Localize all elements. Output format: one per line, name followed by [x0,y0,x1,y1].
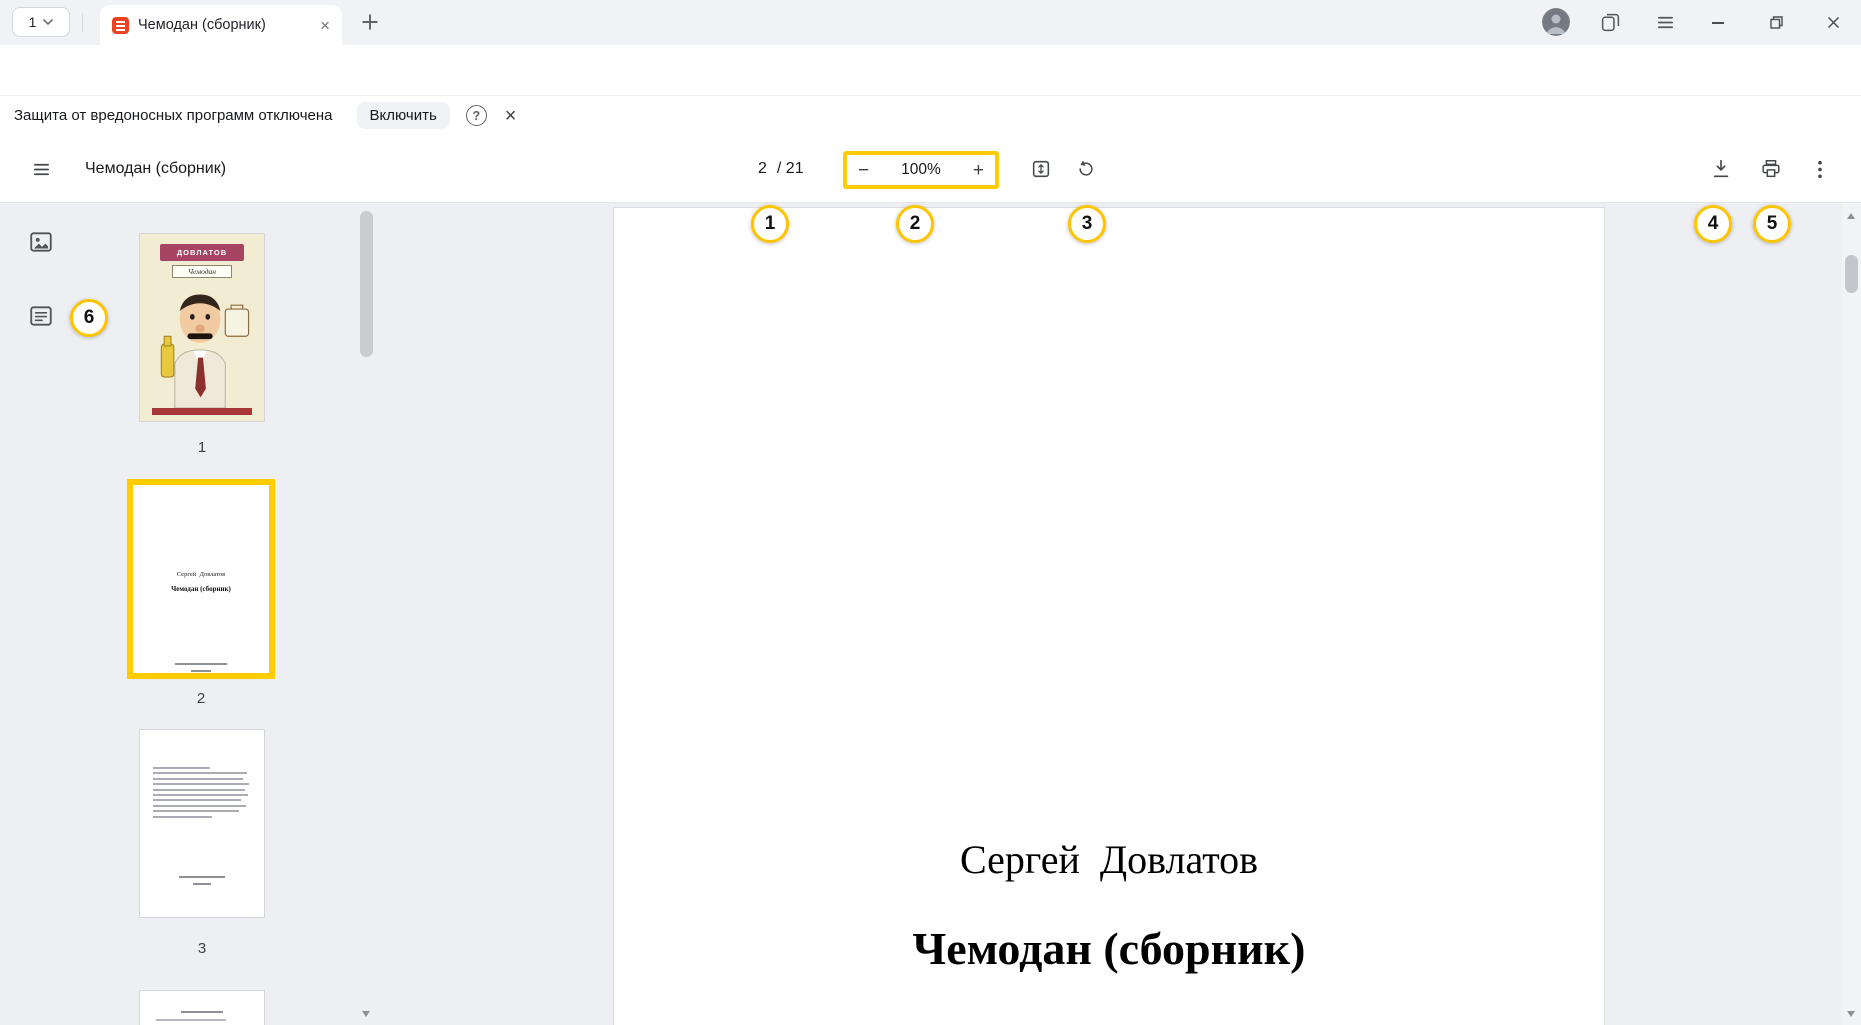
scroll-up-icon[interactable] [1847,213,1855,219]
window-restore-button[interactable] [1770,16,1783,29]
warning-close-icon[interactable]: × [505,106,517,126]
page-author-text: Сергей Довлатов [614,836,1604,883]
cover-author-banner: ДОВЛАТОВ [160,244,244,261]
sidebar-scroll-down-icon[interactable] [362,1011,370,1017]
shared-devices-icon[interactable] [1600,12,1621,33]
zoom-controls-highlight: − 100% + [843,151,999,189]
thumbnail-1-label: 1 [140,439,264,456]
sidebar-scrollbar-thumb[interactable] [360,211,373,357]
vertical-scrollbar[interactable] [1842,203,1861,1025]
tab-bar: 1 Чемодан (сборник) × [0,0,1861,45]
thumb3-center-line [179,876,225,878]
tab-close-icon[interactable]: × [320,17,330,34]
browser-tab[interactable]: Чемодан (сборник) × [100,5,342,45]
cover-illustration [140,280,264,408]
user-avatar[interactable] [1542,8,1570,36]
zoom-out-button[interactable]: − [858,161,869,180]
browser-menu-icon[interactable] [1656,13,1675,32]
annotation-marker-1: 1 [751,205,789,243]
thumbnail-3-label: 3 [140,940,264,957]
annotation-marker-2: 2 [896,205,934,243]
pdf-more-icon[interactable] [1818,160,1822,179]
thumbnail-page-4[interactable] [140,991,264,1025]
pdf-print-icon[interactable] [1760,158,1782,180]
pdf-viewer-area: ДОВЛАТОВ Чемодан 1 Сергей Довлато [0,203,1861,1025]
cover-title-box: Чемодан [172,265,232,278]
pdf-page-view: Сергей Довлатов Чемодан (сборник) [614,208,1604,1025]
annotation-marker-3: 3 [1068,205,1106,243]
vertical-scrollbar-thumb[interactable] [1845,255,1858,293]
address-bar: Я file:///C:/Users/User/Downloads/Чемода… [0,45,1861,95]
zoom-in-button[interactable]: + [973,161,984,180]
thumb2-year-line [191,670,211,672]
tab-count-value: 1 [29,14,37,30]
new-tab-button[interactable] [361,13,379,31]
annotation-marker-6: 6 [70,299,108,337]
page-title-text: Чемодан (сборник) [614,922,1604,975]
tab-title: Чемодан (сборник) [138,17,311,33]
page-total: / 21 [777,160,804,178]
protection-warning-bar: Защита от вредоносных программ отключена… [0,95,1861,135]
thumb4-text-line [156,1019,226,1021]
thumb4-heading-line [181,1011,223,1013]
tab-group-counter[interactable]: 1 [12,7,70,37]
cover-bottom-strip [152,408,252,415]
rotate-icon[interactable] [1076,159,1096,179]
warning-message: Защита от вредоносных программ отключена [14,107,333,124]
chevron-down-icon [43,19,53,25]
pdf-download-icon[interactable] [1710,158,1732,180]
enable-protection-button[interactable]: Включить [357,102,450,129]
zoom-level: 100% [901,161,941,179]
thumbnail-2-label: 2 [127,690,275,707]
thumb3-text-block [153,767,251,821]
thumb3-year-line [193,883,211,885]
window-close-button[interactable] [1827,16,1840,29]
page-number-input[interactable]: 2 [758,160,767,178]
scroll-down-icon[interactable] [1847,1011,1855,1017]
annotation-marker-4: 4 [1694,205,1732,243]
thumbnail-page-3[interactable] [140,730,264,917]
thumb2-title-text: Чемодан (сборник) [133,585,269,593]
pdf-file-icon [112,17,129,34]
tabbar-divider [82,13,83,32]
thumbnail-page-2-selected[interactable]: Сергей Довлатов Чемодан (сборник) [127,479,275,679]
fit-to-page-icon[interactable] [1030,158,1052,180]
pdf-toolbar: Чемодан (сборник) 2 / 21 − 100% + [0,135,1861,203]
annotation-marker-5: 5 [1753,205,1791,243]
page-indicator[interactable]: 2 / 21 [758,160,804,178]
window-minimize-button[interactable] [1712,22,1724,24]
sidebar-toggle-icon[interactable] [32,160,51,179]
document-title: Чемодан (сборник) [85,160,226,178]
thumbnails-view-icon[interactable] [28,229,54,255]
help-icon[interactable]: ? [466,105,487,126]
thumb2-author-text: Сергей Довлатов [133,571,269,578]
thumbnail-page-1[interactable]: ДОВЛАТОВ Чемодан [140,234,264,421]
outline-view-icon[interactable] [28,303,54,329]
thumb2-imprint-line [175,663,227,665]
